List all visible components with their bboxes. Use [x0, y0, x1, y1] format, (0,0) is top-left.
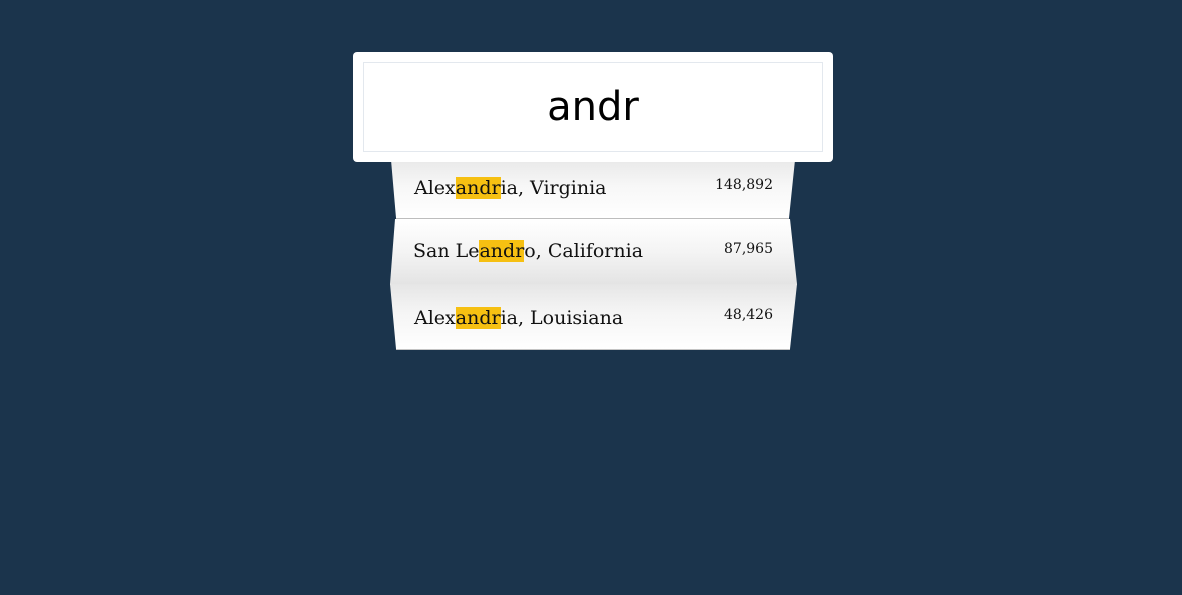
suggestion-name: San Leandro, California [413, 239, 643, 263]
suggestion-item-alexandria-virginia[interactable]: Alexandria, Virginia 148,892 [389, 160, 797, 219]
suggestion-name-prefix: Alex [414, 177, 456, 199]
suggestion-item-san-leandro-california[interactable]: San Leandro, California 87,965 [389, 219, 797, 285]
search-box [353, 52, 833, 162]
suggestion-name: Alexandria, Louisiana [414, 306, 623, 330]
suggestion-name: Alexandria, Virginia [414, 176, 607, 200]
suggestion-name-suffix: ia, Virginia [500, 177, 607, 199]
suggestion-population: 87,965 [724, 241, 773, 257]
suggestion-item-alexandria-louisiana[interactable]: Alexandria, Louisiana 48,426 [389, 284, 797, 350]
suggestion-name-suffix: o, California [524, 240, 644, 262]
suggestion-population: 48,426 [724, 307, 773, 323]
suggestion-population: 148,892 [715, 177, 773, 193]
suggestion-name-prefix: San Le [413, 240, 480, 262]
search-input[interactable] [363, 62, 823, 152]
suggestion-name-match: andr [455, 307, 501, 329]
suggestion-name-match: andr [479, 240, 525, 262]
suggestion-name-suffix: ia, Louisiana [500, 307, 624, 329]
suggestion-name-prefix: Alex [414, 307, 456, 329]
suggestion-name-match: andr [455, 177, 501, 199]
